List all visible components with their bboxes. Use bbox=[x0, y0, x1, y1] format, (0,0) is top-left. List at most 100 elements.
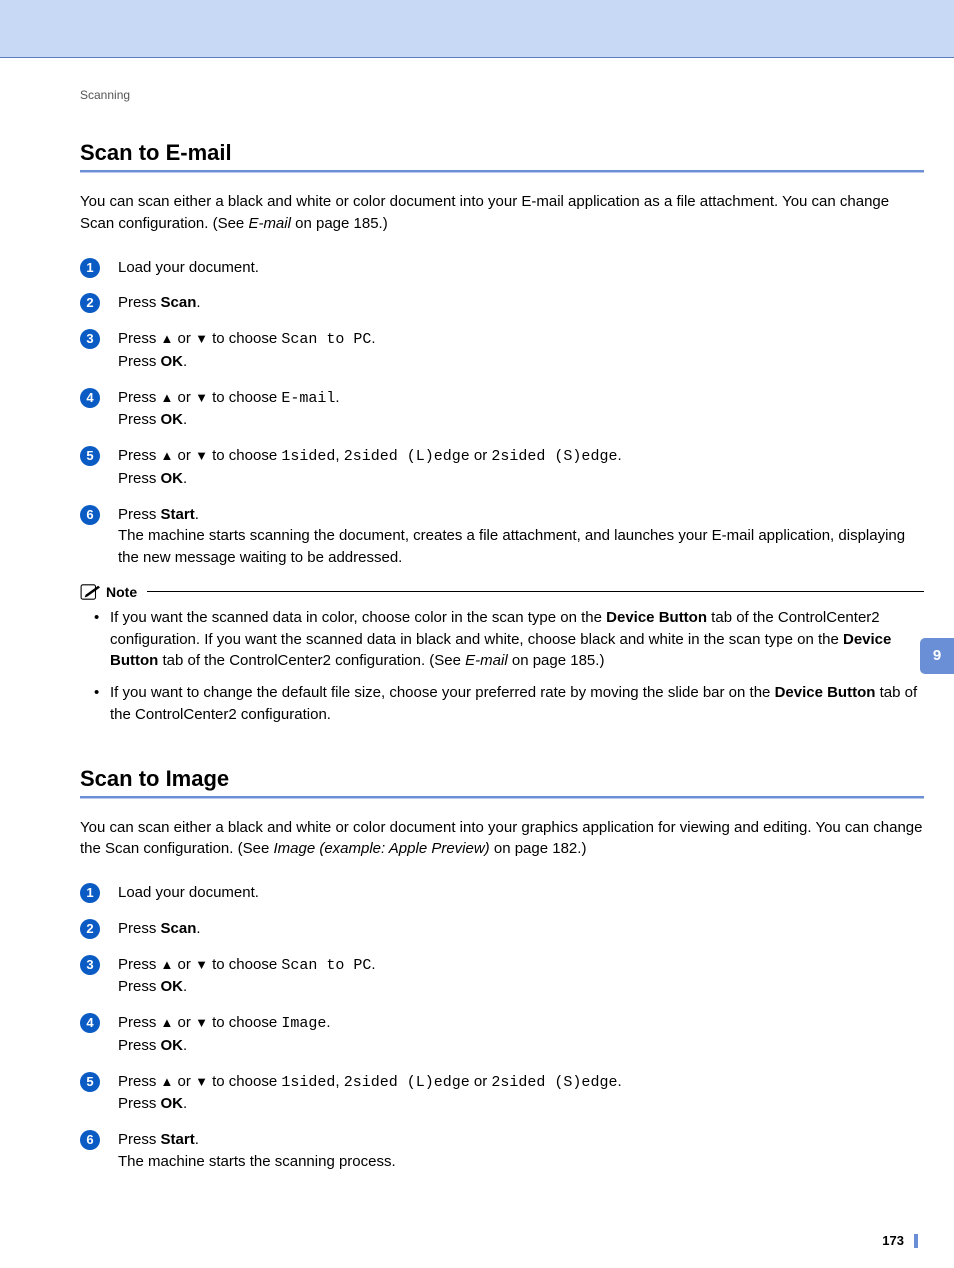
chapter-tab: 9 bbox=[920, 638, 954, 674]
step-number-icon: 6 bbox=[80, 505, 100, 525]
step-text: . bbox=[183, 1095, 187, 1112]
intro-text: You can scan either a black and white or… bbox=[80, 193, 889, 232]
menu-option: 2sided (S)edge bbox=[491, 1074, 617, 1091]
arrow-up-icon: ▲ bbox=[161, 448, 174, 463]
step-text: Press bbox=[118, 1073, 161, 1090]
step-item: 5 Press ▲ or ▼ to choose 1sided, 2sided … bbox=[80, 1071, 924, 1116]
step-text: Load your document. bbox=[118, 259, 259, 276]
step-text: . bbox=[195, 1131, 199, 1148]
step-text: to choose bbox=[208, 447, 281, 464]
step-text: The machine starts the scanning process. bbox=[118, 1153, 396, 1170]
note-body: If you want the scanned data in color, c… bbox=[80, 607, 924, 726]
arrow-down-icon: ▼ bbox=[195, 390, 208, 405]
tab-name: Device Button bbox=[606, 609, 707, 626]
step-item: 6 Press Start. The machine starts scanni… bbox=[80, 504, 924, 569]
step-text: to choose bbox=[208, 1073, 281, 1090]
menu-option: 1sided bbox=[281, 1074, 335, 1091]
key-label: Start bbox=[161, 1131, 195, 1148]
arrow-down-icon: ▼ bbox=[195, 1015, 208, 1030]
step-text: or bbox=[470, 447, 492, 464]
arrow-down-icon: ▼ bbox=[195, 331, 208, 346]
arrow-up-icon: ▲ bbox=[161, 1015, 174, 1030]
arrow-down-icon: ▼ bbox=[195, 448, 208, 463]
menu-option: Scan to PC bbox=[281, 957, 371, 974]
menu-option: 2sided (L)edge bbox=[344, 448, 470, 465]
key-label: OK bbox=[161, 470, 184, 487]
note-pencil-icon bbox=[80, 583, 102, 601]
menu-option: 1sided bbox=[281, 448, 335, 465]
step-text: to choose bbox=[208, 389, 281, 406]
key-label: Scan bbox=[161, 920, 197, 937]
step-number-icon: 1 bbox=[80, 258, 100, 278]
step-text: . bbox=[183, 470, 187, 487]
note-title: Note bbox=[106, 584, 137, 600]
note-rule bbox=[147, 591, 924, 592]
steps-list-image: 1 Load your document. 2 Press Scan. 3 Pr… bbox=[80, 882, 924, 1173]
note-block: Note If you want the scanned data in col… bbox=[80, 583, 924, 726]
step-text: . bbox=[371, 330, 375, 347]
note-text: on page 185.) bbox=[508, 652, 605, 669]
page-content: Scanning Scan to E-mail You can scan eit… bbox=[0, 58, 954, 1268]
menu-option: 2sided (L)edge bbox=[344, 1074, 470, 1091]
step-number-icon: 2 bbox=[80, 293, 100, 313]
step-text: Press bbox=[118, 1037, 161, 1054]
step-text: Press bbox=[118, 978, 161, 995]
tab-name: Device Button bbox=[775, 684, 876, 701]
step-item: 1 Load your document. bbox=[80, 882, 924, 904]
note-text: tab of the ControlCenter2 configuration.… bbox=[158, 652, 465, 669]
note-text: If you want the scanned data in color, c… bbox=[110, 609, 606, 626]
step-number-icon: 5 bbox=[80, 446, 100, 466]
step-item: 2 Press Scan. bbox=[80, 918, 924, 940]
step-item: 3 Press ▲ or ▼ to choose Scan to PC. Pre… bbox=[80, 954, 924, 999]
step-number-icon: 4 bbox=[80, 1013, 100, 1033]
step-text: . bbox=[183, 1037, 187, 1054]
arrow-up-icon: ▲ bbox=[161, 957, 174, 972]
step-text: , bbox=[335, 1073, 343, 1090]
footer-bar-icon bbox=[914, 1234, 918, 1248]
step-number-icon: 3 bbox=[80, 955, 100, 975]
arrow-down-icon: ▼ bbox=[195, 1074, 208, 1089]
note-item: If you want the scanned data in color, c… bbox=[92, 607, 924, 672]
step-number-icon: 2 bbox=[80, 919, 100, 939]
step-text: or bbox=[173, 1073, 195, 1090]
intro-link[interactable]: Image (example: Apple Preview) bbox=[273, 840, 489, 857]
heading-scan-to-email: Scan to E-mail bbox=[80, 140, 924, 166]
step-text: Press bbox=[118, 447, 161, 464]
step-item: 5 Press ▲ or ▼ to choose 1sided, 2sided … bbox=[80, 445, 924, 490]
step-number-icon: 6 bbox=[80, 1130, 100, 1150]
step-text: The machine starts scanning the document… bbox=[118, 527, 905, 566]
step-text: Press bbox=[118, 956, 161, 973]
menu-option: Scan to PC bbox=[281, 331, 371, 348]
steps-list-email: 1 Load your document. 2 Press Scan. 3 Pr… bbox=[80, 257, 924, 569]
step-text: or bbox=[173, 1014, 195, 1031]
heading-rule bbox=[80, 170, 924, 173]
step-text: or bbox=[173, 389, 195, 406]
menu-option: Image bbox=[281, 1015, 326, 1032]
step-item: 3 Press ▲ or ▼ to choose Scan to PC. Pre… bbox=[80, 328, 924, 373]
step-item: 1 Load your document. bbox=[80, 257, 924, 279]
step-text: . bbox=[617, 447, 621, 464]
intro-link[interactable]: E-mail bbox=[248, 215, 291, 232]
intro-paragraph: You can scan either a black and white or… bbox=[80, 191, 924, 235]
note-text: If you want to change the default file s… bbox=[110, 684, 775, 701]
step-text: Press bbox=[118, 1014, 161, 1031]
step-text: . bbox=[196, 920, 200, 937]
step-text: Press bbox=[118, 389, 161, 406]
intro-text-tail: on page 182.) bbox=[490, 840, 587, 857]
step-text: Press bbox=[118, 294, 161, 311]
key-label: OK bbox=[161, 1095, 184, 1112]
section-header: Scanning bbox=[80, 88, 924, 102]
step-number-icon: 5 bbox=[80, 1072, 100, 1092]
step-text: . bbox=[335, 389, 339, 406]
note-link[interactable]: E-mail bbox=[465, 652, 508, 669]
key-label: OK bbox=[161, 353, 184, 370]
step-text: . bbox=[195, 506, 199, 523]
arrow-up-icon: ▲ bbox=[161, 1074, 174, 1089]
step-text: . bbox=[617, 1073, 621, 1090]
step-item: 2 Press Scan. bbox=[80, 292, 924, 314]
menu-option: E-mail bbox=[281, 390, 335, 407]
menu-option: 2sided (S)edge bbox=[491, 448, 617, 465]
step-text: , bbox=[335, 447, 343, 464]
heading-scan-to-image: Scan to Image bbox=[80, 766, 924, 792]
step-text: Press bbox=[118, 353, 161, 370]
